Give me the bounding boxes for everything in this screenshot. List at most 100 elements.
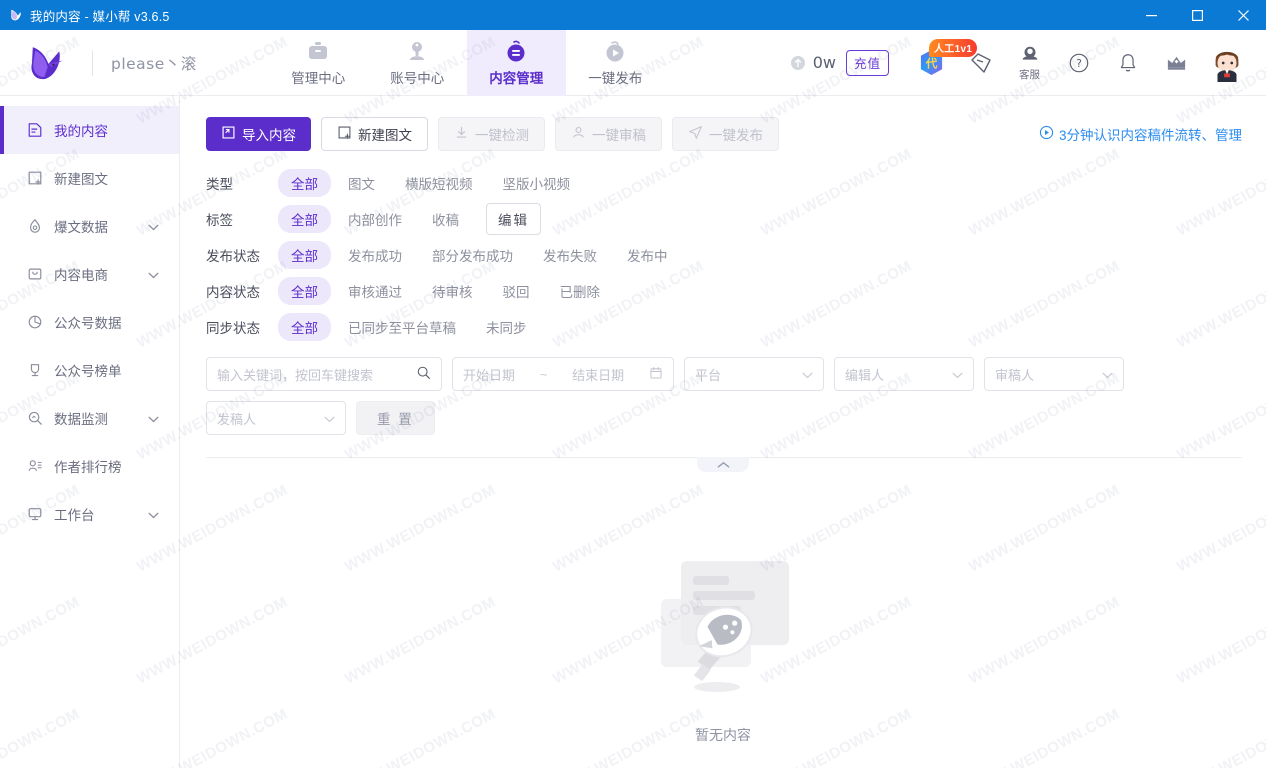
button-label: 导入内容 — [242, 128, 296, 143]
filter-option[interactable]: 已删除 — [547, 277, 614, 305]
sidebar-item-content-ecommerce[interactable]: 内容电商 — [0, 250, 179, 298]
logo — [0, 44, 92, 82]
filter-options: 全部 发布成功 部分发布成功 发布失败 发布中 — [278, 241, 681, 269]
search-icon[interactable] — [416, 365, 431, 383]
filter-option[interactable]: 未同步 — [473, 313, 540, 341]
minimize-button[interactable] — [1128, 0, 1174, 30]
tab-label: 内容管理 — [489, 71, 544, 86]
briefcase-icon — [306, 38, 330, 64]
action-toolbar: 导入内容 新建图文 一键检测 一键审稿 一键发布 3分钟认识内容稿件流转、管理 — [180, 96, 1266, 151]
filter-option[interactable]: 发布成功 — [335, 241, 415, 269]
filter-option[interactable]: 横版短视频 — [392, 169, 486, 197]
sidebar-item-hot-articles[interactable]: 爆文数据 — [0, 202, 179, 250]
add-doc-icon — [26, 170, 43, 187]
sidebar-item-official-account-data[interactable]: 公众号数据 — [0, 298, 179, 346]
help-button[interactable]: ? — [1054, 37, 1103, 89]
tab-one-click-publish[interactable]: 一键发布 — [566, 30, 665, 96]
close-button[interactable] — [1220, 0, 1266, 30]
sidebar-item-my-content[interactable]: 我的内容 — [0, 106, 179, 154]
agent-button[interactable]: 人工1v1 代 — [907, 37, 978, 89]
one-click-review-button[interactable]: 一键审稿 — [555, 117, 662, 151]
one-click-check-button[interactable]: 一键检测 — [438, 117, 545, 151]
filter-options: 全部 内部创作 收稿 编辑 — [278, 203, 541, 235]
editor-select[interactable]: 编辑人 — [834, 357, 974, 391]
reset-button[interactable]: 重 置 — [356, 401, 435, 435]
tutorial-video-link[interactable]: 3分钟认识内容稿件流转、管理 — [1039, 124, 1242, 144]
tab-label: 管理中心 — [291, 71, 346, 86]
tab-content-management[interactable]: 内容管理 — [466, 29, 566, 96]
sidebar-item-workbench[interactable]: 工作台 — [0, 490, 179, 538]
send-icon — [688, 125, 703, 143]
filter-option[interactable]: 发布失败 — [530, 241, 610, 269]
empty-state: 暂无内容 — [180, 541, 1266, 745]
filter-label: 标签 — [206, 213, 233, 228]
filter-option[interactable]: 内部创作 — [335, 205, 415, 233]
filter-label: 同步状态 — [206, 321, 260, 336]
download-icon — [454, 125, 469, 143]
filter-option[interactable]: 待审核 — [419, 277, 486, 305]
filter-option[interactable]: 已同步至平台草稿 — [335, 313, 469, 341]
search-input[interactable]: 输入关键词，按回车键搜索 — [206, 357, 442, 391]
button-label: 一键发布 — [709, 128, 763, 143]
filter-options: 全部 审核通过 待审核 驳回 已删除 — [278, 277, 613, 305]
coin-balance[interactable]: 0w 充值 — [790, 49, 889, 76]
pie-chart-icon — [26, 314, 43, 331]
one-click-publish-button[interactable]: 一键发布 — [672, 117, 779, 151]
vip-crown-button[interactable] — [1152, 37, 1201, 89]
sidebar-item-label: 内容电商 — [54, 268, 108, 283]
filter-row-tag: 标签 全部 内部创作 收稿 编辑 — [206, 201, 1240, 237]
app-icon — [9, 8, 23, 22]
maximize-button[interactable] — [1174, 0, 1220, 30]
submitter-select[interactable]: 发稿人 — [206, 401, 346, 435]
recharge-button[interactable]: 充值 — [845, 49, 889, 76]
sidebar-item-author-ranking[interactable]: 作者排行榜 — [0, 442, 179, 490]
filter-row-type: 类型 全部 图文 横版短视频 坚版小视频 — [206, 165, 1240, 201]
sidebar-item-data-monitoring[interactable]: 数据监测 — [0, 394, 179, 442]
filter-label: 发布状态 — [206, 249, 260, 264]
collapse-filters-button[interactable] — [697, 457, 749, 472]
edit-tags-button[interactable]: 编辑 — [486, 203, 541, 235]
notifications-button[interactable] — [1103, 37, 1152, 89]
sidebar-item-official-account-ranking[interactable]: 公众号榜单 — [0, 346, 179, 394]
select-value: 发稿人 — [217, 411, 257, 427]
date-start-placeholder: 开始日期 — [463, 367, 516, 383]
title-bar: 我的内容 - 媒小帮 v3.6.5 — [0, 0, 1266, 30]
tab-account-center[interactable]: 账号中心 — [368, 30, 467, 96]
filter-option[interactable]: 审核通过 — [335, 277, 415, 305]
sidebar: 我的内容 新建图文 爆文数据 内容电商 公众号数据 公众号榜单 数据监测 作者排… — [0, 96, 180, 768]
filter-option[interactable]: 部分发布成功 — [419, 241, 526, 269]
filter-option[interactable]: 坚版小视频 — [490, 169, 584, 197]
filter-option[interactable]: 全部 — [278, 277, 331, 305]
search-placeholder: 输入关键词，按回车键搜索 — [217, 367, 374, 383]
new-article-button[interactable]: 新建图文 — [321, 117, 428, 151]
sidebar-item-new-article[interactable]: 新建图文 — [0, 154, 179, 202]
customer-service-button[interactable]: 客服 — [1005, 37, 1054, 89]
filter-option[interactable]: 全部 — [278, 169, 331, 197]
avatar[interactable] — [1201, 44, 1253, 82]
filter-option[interactable]: 发布中 — [614, 241, 681, 269]
empty-illustration — [633, 541, 813, 711]
app-header: please丶滚 管理中心 账号中心 内容管理 一键发布 0w 充值 人工1v1… — [0, 29, 1266, 96]
sidebar-item-label: 作者排行榜 — [54, 460, 122, 475]
chevron-down-icon — [148, 267, 159, 282]
import-content-button[interactable]: 导入内容 — [206, 117, 311, 151]
filter-option[interactable]: 收稿 — [419, 205, 472, 233]
date-range-picker[interactable]: 开始日期 ~ 结束日期 — [452, 357, 674, 391]
filter-option[interactable]: 全部 — [278, 205, 331, 233]
button-label: 新建图文 — [358, 128, 412, 143]
filter-option[interactable]: 全部 — [278, 241, 331, 269]
search-chart-icon — [26, 410, 43, 427]
filter-option[interactable]: 全部 — [278, 313, 331, 341]
reviewer-select[interactable]: 审稿人 — [984, 357, 1124, 391]
tab-management-center[interactable]: 管理中心 — [269, 30, 368, 96]
filter-option[interactable]: 图文 — [335, 169, 388, 197]
window-title: 我的内容 - 媒小帮 v3.6.5 — [30, 9, 170, 24]
document-icon — [26, 122, 43, 139]
tab-label: 一键发布 — [588, 71, 643, 86]
date-separator: ~ — [539, 366, 548, 382]
filter-option[interactable]: 驳回 — [490, 277, 543, 305]
sidebar-item-label: 公众号榜单 — [54, 364, 122, 379]
sidebar-item-label: 公众号数据 — [54, 316, 122, 331]
platform-select[interactable]: 平台 — [684, 357, 824, 391]
chevron-down-icon — [802, 367, 813, 382]
